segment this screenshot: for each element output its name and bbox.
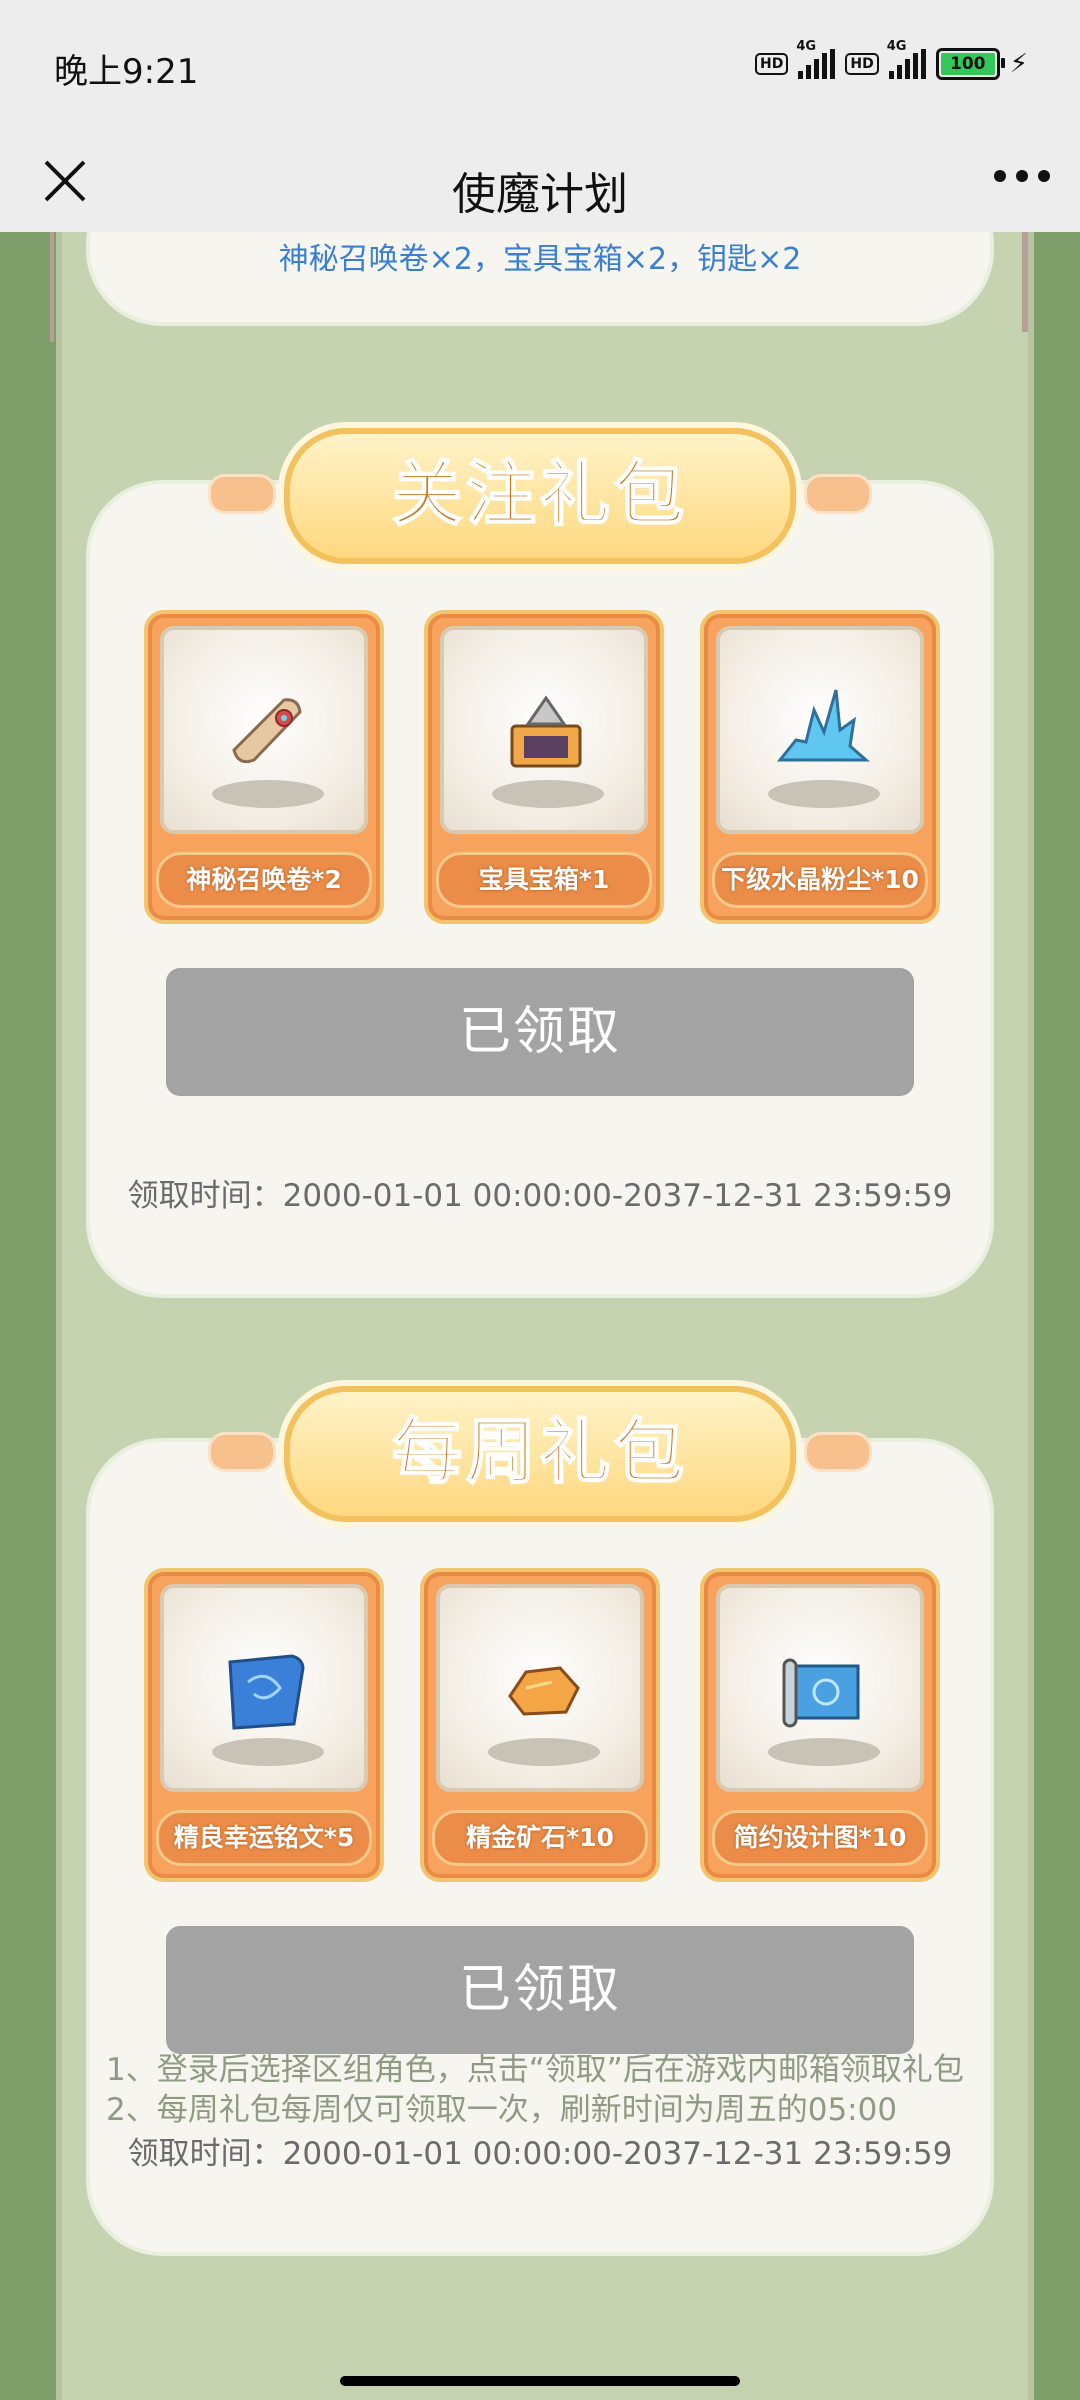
panel-edge-right <box>1022 232 1028 332</box>
signal-icon: 4G <box>796 39 836 79</box>
weekly-pack-claim-button[interactable]: 已领取 <box>166 1926 914 2054</box>
crystal-dust-icon <box>776 689 870 762</box>
item-label: 下级水晶粉尘*10 <box>712 852 928 908</box>
reward-item[interactable]: 神秘召唤卷*2 <box>144 610 384 924</box>
home-indicator[interactable] <box>340 2376 740 2386</box>
rule-line: 2、每周礼包每周仅可领取一次，刷新时间为周五的05:00 <box>106 2092 898 2128</box>
item-frame <box>716 1584 924 1792</box>
scroll-icon <box>232 698 302 764</box>
follow-pack-card: 关注礼包 神秘召唤卷*2 宝具宝箱*1 下级水晶粉尘*10 已领取 领取时间：2… <box>90 428 990 1294</box>
item-frame <box>160 1584 368 1792</box>
banner-ornament-right <box>804 474 872 514</box>
treasure-chest-icon <box>510 695 582 768</box>
item-frame <box>440 626 648 834</box>
item-label: 简约设计图*10 <box>712 1810 928 1866</box>
battery-level: 100 <box>940 53 995 75</box>
weekly-pack-banner: 每周礼包 <box>208 1386 872 1522</box>
weekly-pack-card: 每周礼包 精良幸运铭文*5 精金矿石*10 简约设计图*10 已领取 领取时间：… <box>90 1386 990 2252</box>
follow-pack-claim-button[interactable]: 已领取 <box>166 968 914 1096</box>
weekly-pack-claim-time: 领取时间：2000-01-01 00:00:00-2037-12-31 23:5… <box>127 2136 953 2172</box>
hd-badge: HD <box>755 53 789 75</box>
gold-ore-icon <box>508 1666 580 1716</box>
banner-ornament-right <box>804 1432 872 1472</box>
rules-notes: 1、登录后选择区组角色，点击“领取”后在游戏内邮箱领取礼包 2、每周礼包每周仅可… <box>106 2050 1006 2130</box>
banner-ornament-left <box>208 474 276 514</box>
title-bar: 使魔计划 <box>0 132 1080 232</box>
item-label: 精良幸运铭文*5 <box>156 1810 372 1866</box>
previous-pack-card: 神秘召唤卷×2，宝具宝箱×2，钥匙×2 <box>90 232 990 322</box>
status-bar: 晚上9:21 HD 4G HD 4G 100 ⚡ <box>0 0 1080 132</box>
weekly-pack-items: 精良幸运铭文*5 精金矿石*10 简约设计图*10 <box>144 1568 940 1882</box>
item-label: 宝具宝箱*1 <box>436 852 652 908</box>
previous-pack-rewards: 神秘召唤卷×2，宝具宝箱×2，钥匙×2 <box>278 242 802 277</box>
charging-icon: ⚡ <box>1009 49 1028 79</box>
reward-item[interactable]: 宝具宝箱*1 <box>424 610 664 924</box>
more-options-icon[interactable] <box>994 170 1050 182</box>
follow-pack-title: 关注礼包 <box>391 452 688 536</box>
blueprint-icon <box>782 1658 860 1728</box>
item-label: 神秘召唤卷*2 <box>156 852 372 908</box>
item-frame <box>716 626 924 834</box>
item-frame <box>436 1584 644 1792</box>
weekly-pack-title: 每周礼包 <box>391 1410 688 1494</box>
item-label: 精金矿石*10 <box>432 1810 648 1866</box>
follow-pack-banner: 关注礼包 <box>208 428 872 564</box>
clock: 晚上9:21 <box>54 52 199 92</box>
hd-badge-2: HD <box>845 53 879 75</box>
reward-item[interactable]: 精良幸运铭文*5 <box>144 1568 384 1882</box>
rule-line: 1、登录后选择区组角色，点击“领取”后在游戏内邮箱领取礼包 <box>106 2052 964 2088</box>
panel-edge-left <box>50 232 54 342</box>
follow-pack-items: 神秘召唤卷*2 宝具宝箱*1 下级水晶粉尘*10 <box>144 610 940 924</box>
signal-icon-2: 4G <box>887 39 926 79</box>
status-icons: HD 4G HD 4G 100 ⚡ <box>755 39 1028 80</box>
page-title: 使魔计划 <box>452 169 628 220</box>
item-frame <box>160 626 368 834</box>
follow-pack-claim-time: 领取时间：2000-01-01 00:00:00-2037-12-31 23:5… <box>127 1178 953 1214</box>
banner-ornament-left <box>208 1432 276 1472</box>
reward-item[interactable]: 简约设计图*10 <box>700 1568 940 1882</box>
reward-item[interactable]: 精金矿石*10 <box>420 1568 660 1882</box>
reward-item[interactable]: 下级水晶粉尘*10 <box>700 610 940 924</box>
battery-icon: 100 <box>935 48 1005 80</box>
inscription-scroll-icon <box>228 1654 305 1730</box>
